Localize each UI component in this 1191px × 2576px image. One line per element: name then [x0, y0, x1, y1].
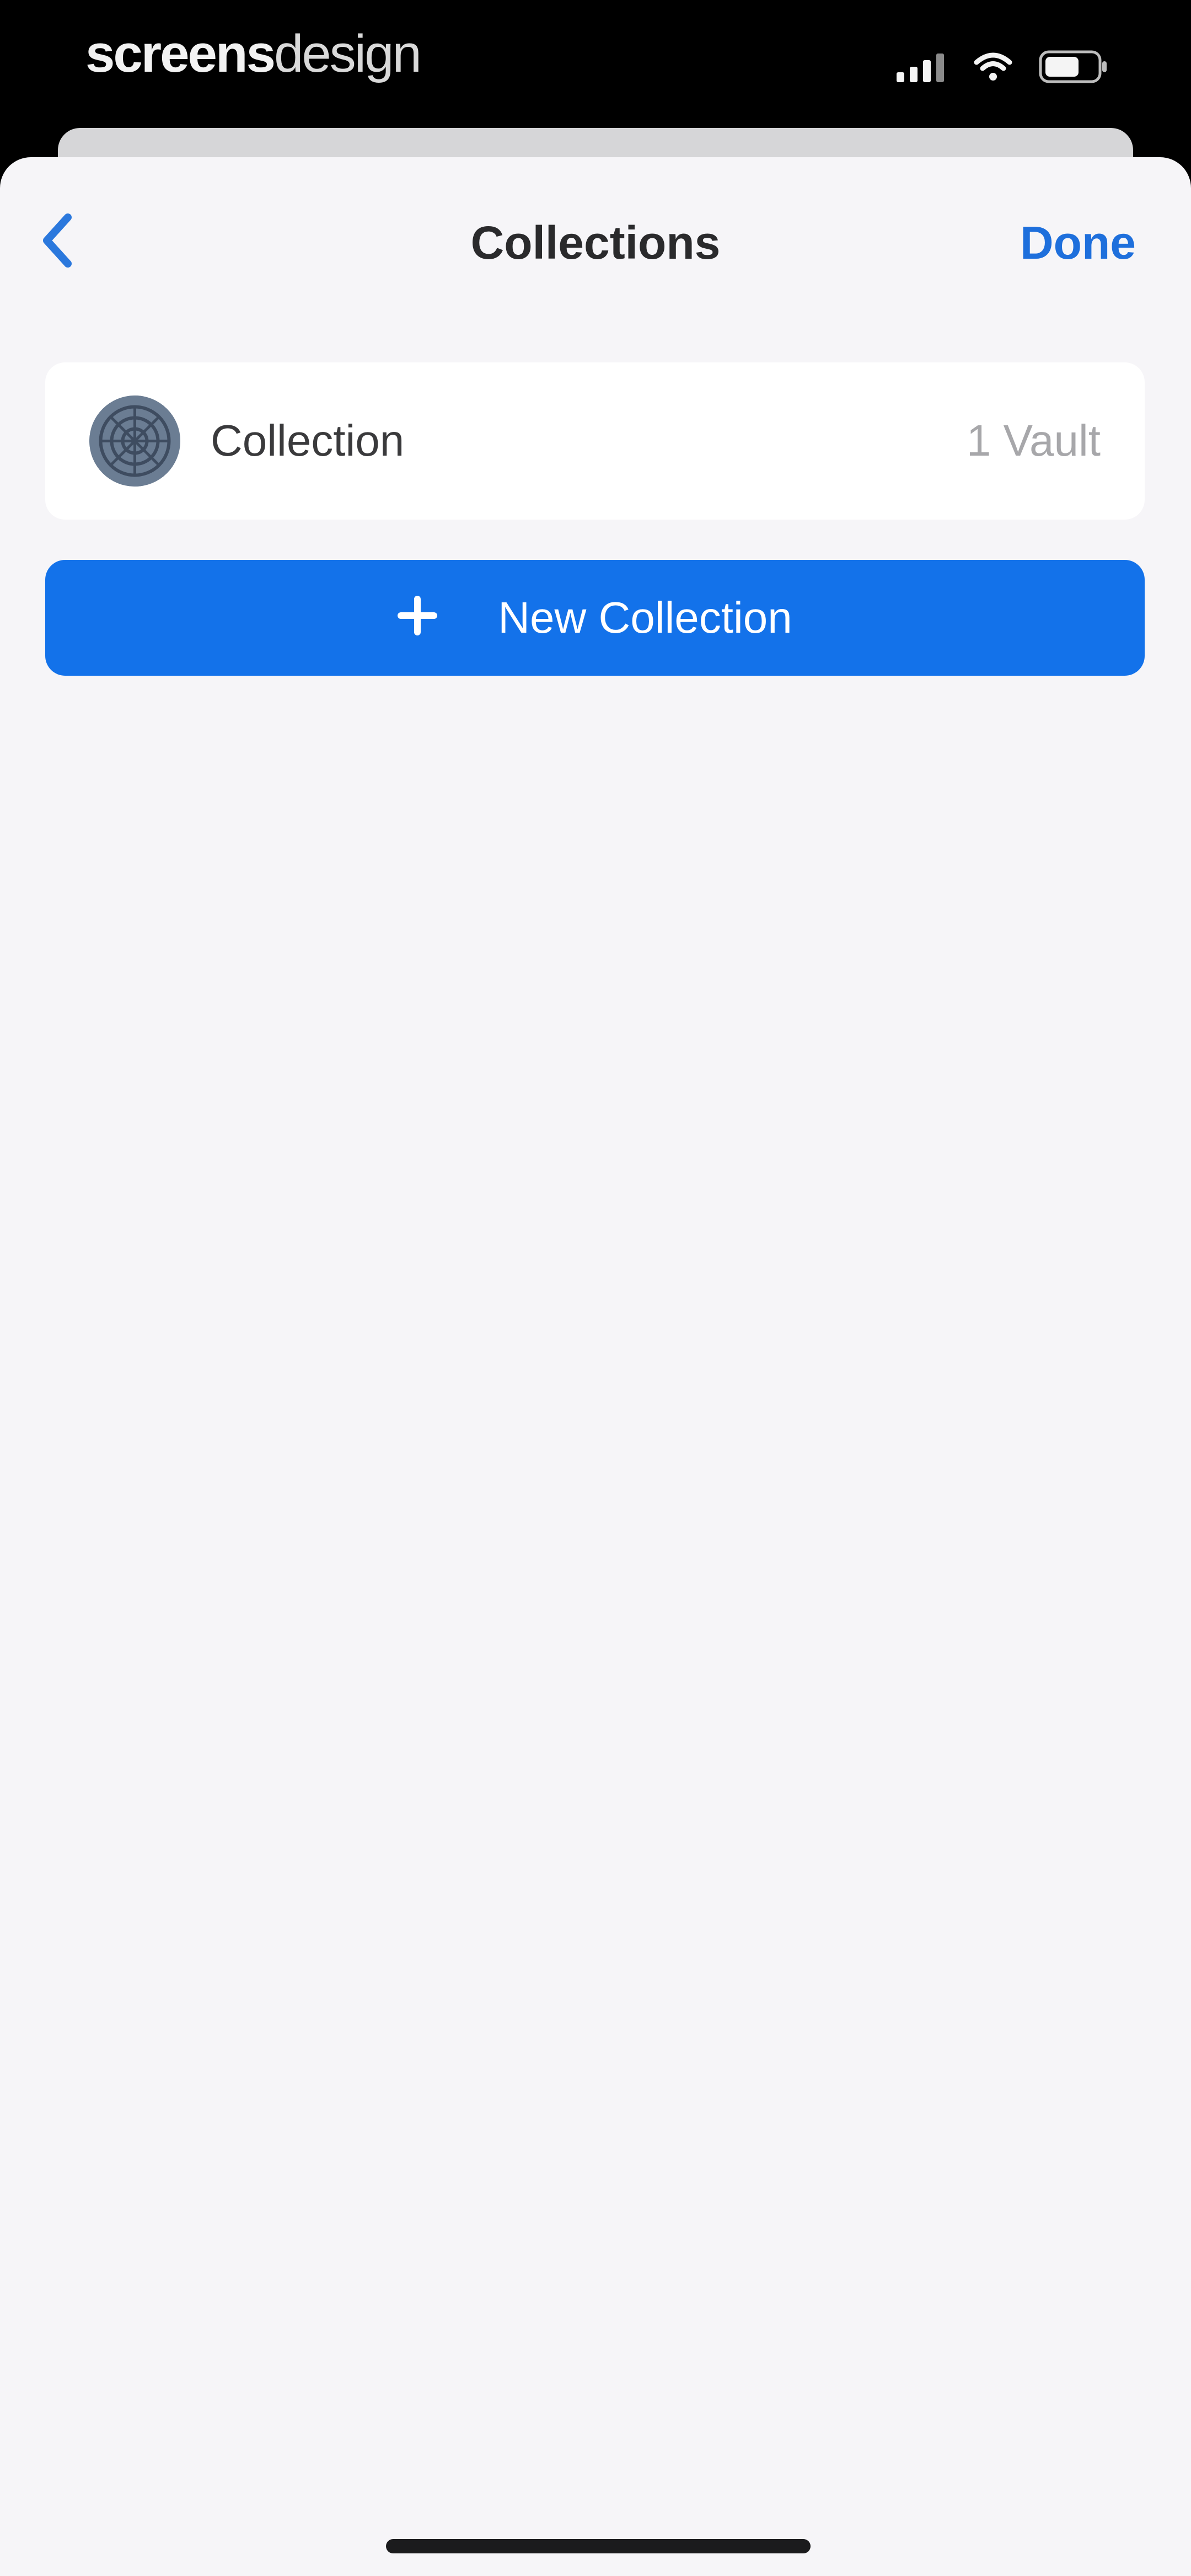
screen: screensdesign Collections Done Collectio…: [0, 0, 1191, 2576]
brand-bold-text: screens: [85, 24, 276, 83]
new-collection-button[interactable]: New Collection: [45, 560, 1145, 676]
status-bar: screensdesign: [0, 0, 1191, 127]
brand-light-text: design: [273, 24, 422, 83]
collection-name: Collection: [211, 416, 405, 465]
navigation-bar: Collections Done: [0, 157, 1191, 317]
plus-icon: [398, 591, 438, 644]
status-icons: [897, 49, 1108, 87]
signal-icon: [897, 51, 947, 85]
new-collection-label: New Collection: [498, 593, 792, 642]
page-title: Collections: [470, 217, 721, 269]
home-indicator[interactable]: [386, 2539, 811, 2553]
collection-count: 1 Vault: [966, 416, 1101, 465]
wifi-icon: [974, 51, 1012, 85]
collection-list-item[interactable]: Collection 1 Vault: [45, 362, 1145, 520]
collection-avatar: [89, 396, 180, 487]
battery-icon: [1039, 50, 1108, 86]
brand-watermark: screensdesign: [85, 21, 422, 87]
done-button[interactable]: Done: [1020, 210, 1136, 276]
collections-sheet: Collections Done Collection 1 Vault New …: [0, 157, 1191, 2576]
